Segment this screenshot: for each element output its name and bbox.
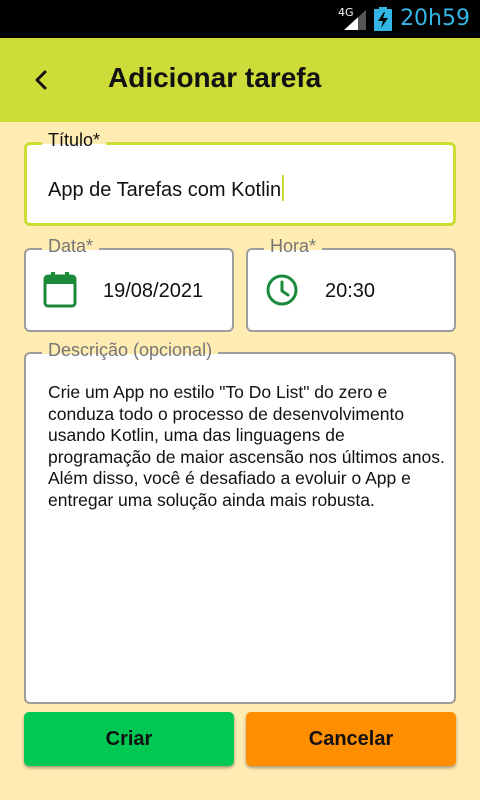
cancel-button-label: Cancelar	[308, 727, 394, 750]
status-bar: 4G 20h59	[0, 0, 480, 38]
date-field-label: Data*	[42, 236, 100, 257]
cancel-button[interactable]: Cancelar	[246, 712, 456, 766]
date-field[interactable]: Data* 19/08/2021	[24, 236, 234, 332]
create-button[interactable]: Criar	[24, 712, 234, 766]
time-field[interactable]: Hora* 20:30	[246, 236, 456, 332]
title-field-value[interactable]: App de Tarefas com Kotlin	[48, 175, 285, 202]
text-cursor	[282, 175, 285, 201]
battery-charging-icon	[374, 7, 392, 31]
status-time: 20h59	[400, 6, 470, 31]
description-field-label: Descrição (opcional)	[42, 340, 219, 361]
signal-icon	[344, 10, 366, 30]
time-field-label: Hora*	[264, 236, 323, 257]
title-field[interactable]: Título* App de Tarefas com Kotlin	[24, 130, 456, 226]
description-field[interactable]: Descrição (opcional) Crie um App no esti…	[24, 340, 456, 704]
title-field-label: Título*	[42, 130, 107, 151]
time-field-value: 20:30	[325, 280, 376, 302]
clock-icon[interactable]	[265, 273, 299, 307]
app-bar: Adicionar tarefa	[0, 38, 480, 122]
chevron-left-icon[interactable]	[26, 64, 58, 96]
description-text[interactable]: Crie um App no estilo "To Do List" do ze…	[48, 382, 448, 511]
calendar-icon[interactable]	[43, 272, 77, 308]
title-field-text: App de Tarefas com Kotlin	[48, 179, 282, 201]
create-button-label: Criar	[105, 727, 153, 750]
page-title: Adicionar tarefa	[108, 62, 322, 93]
date-field-value: 19/08/2021	[103, 280, 204, 302]
